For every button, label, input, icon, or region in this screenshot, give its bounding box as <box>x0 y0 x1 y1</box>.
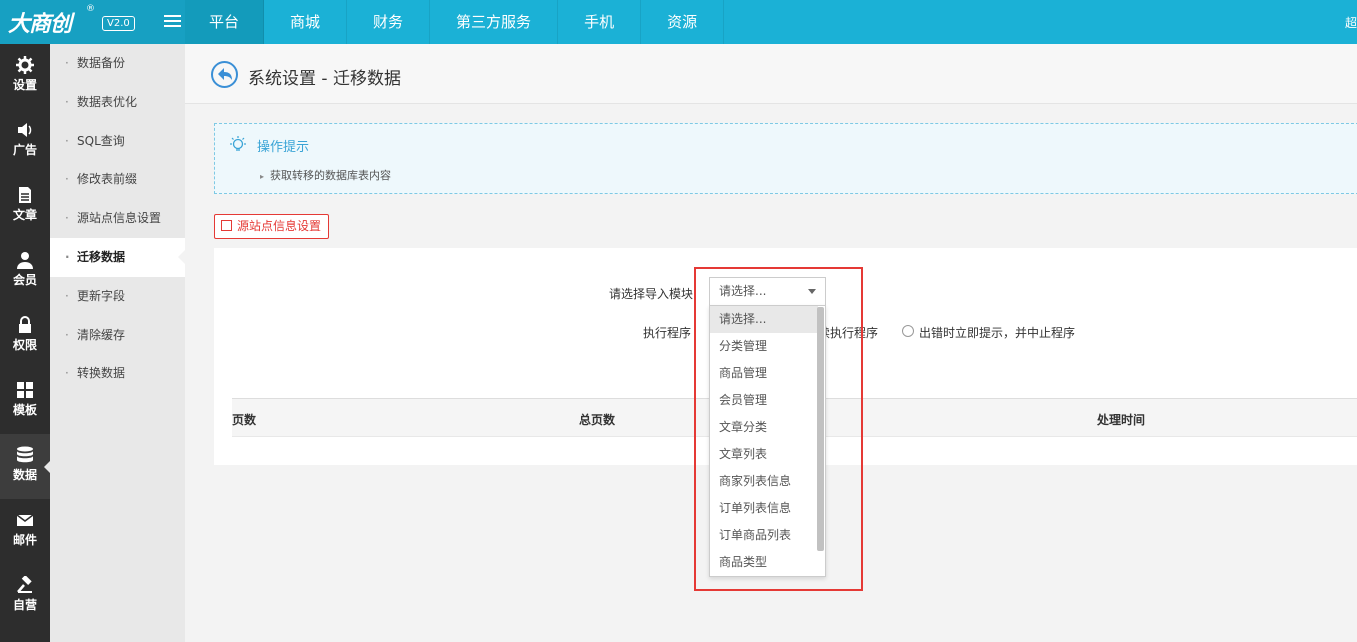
sidebar-label: 模板 <box>12 403 37 417</box>
mail-icon <box>16 514 34 526</box>
tips-box: 操作提示 获取转移的数据库表内容 <box>214 123 1357 194</box>
page-title: 系统设置 - 迁移数据 <box>248 69 401 89</box>
lock-icon <box>19 316 31 333</box>
main-sidebar: 设置 广告 文章 会员 权限 模板 数据 邮件 自营 <box>0 44 51 642</box>
menu-toggle-icon[interactable] <box>164 15 181 29</box>
sidebar-label: 数据 <box>12 468 37 482</box>
tips-item: 获取转移的数据库表内容 <box>260 167 391 183</box>
module-dropdown-list: 请选择... 分类管理 商品管理 会员管理 文章分类 文章列表 商家列表信息 订… <box>709 305 826 577</box>
submenu-migrate-data[interactable]: 迁移数据 <box>50 237 185 277</box>
dropdown-option[interactable]: 商品类型 <box>710 549 818 576</box>
module-select[interactable]: 请选择... <box>709 277 826 306</box>
grid-icon <box>17 382 33 398</box>
exec-label: 执行程序 <box>643 326 692 340</box>
document-icon <box>19 187 31 203</box>
edit-icon <box>221 220 232 231</box>
dropdown-scrollbar[interactable] <box>817 307 824 551</box>
col-total-pages: 总页数 <box>579 413 616 427</box>
dropdown-option[interactable]: 商家列表信息 <box>710 468 818 495</box>
sidebar-item-members[interactable]: 会员 <box>0 239 50 304</box>
submenu-table-prefix[interactable]: 修改表前缀 <box>50 160 185 199</box>
submenu-update-fields[interactable]: 更新字段 <box>50 277 185 316</box>
submenu-source-site[interactable]: 源站点信息设置 <box>50 199 185 238</box>
col-process-time: 处理时间 <box>1097 413 1146 427</box>
submenu-convert-data[interactable]: 转换数据 <box>50 354 185 393</box>
sidebar-label: 自营 <box>12 598 37 612</box>
source-site-settings-button[interactable]: 源站点信息设置 <box>214 214 330 239</box>
sidebar-item-templates[interactable]: 模板 <box>0 369 50 434</box>
submenu-sql-query[interactable]: SQL查询 <box>50 122 185 161</box>
sub-menu: 数据备份 数据表优化 SQL查询 修改表前缀 源站点信息设置 迁移数据 更新字段… <box>50 44 185 642</box>
source-site-settings-label: 源站点信息设置 <box>237 219 322 233</box>
database-icon <box>17 446 33 463</box>
nav-mall[interactable]: 商城 <box>264 0 348 44</box>
sidebar-item-ads[interactable]: 广告 <box>0 109 50 174</box>
exec-option-abort-label: 出错时立即提示，并中止程序 <box>919 326 1076 340</box>
dropdown-option[interactable]: 会员管理 <box>710 387 818 414</box>
nav-resources[interactable]: 资源 <box>641 0 725 44</box>
sidebar-label: 会员 <box>12 273 37 287</box>
sidebar-item-settings[interactable]: 设置 <box>0 44 50 109</box>
back-button[interactable] <box>211 61 238 88</box>
exec-option-continue-label: 续执行程序 <box>818 326 879 340</box>
lightbulb-icon <box>230 136 246 151</box>
sidebar-item-self-operated[interactable]: 自营 <box>0 564 50 629</box>
tips-title: 操作提示 <box>257 140 310 155</box>
dropdown-option[interactable]: 请选择... <box>710 306 818 333</box>
nav-finance[interactable]: 财务 <box>347 0 431 44</box>
user-icon <box>17 252 33 269</box>
col-page: 页数 <box>232 413 257 427</box>
dropdown-option[interactable]: 文章列表 <box>710 441 818 468</box>
dropdown-option[interactable]: 文章分类 <box>710 414 818 441</box>
page-header: 系统设置 - 迁移数据 <box>185 44 1357 104</box>
back-arrow-icon <box>218 68 232 80</box>
dropdown-option[interactable]: 商品管理 <box>710 360 818 387</box>
dropdown-option[interactable]: 订单商品列表 <box>710 522 818 549</box>
nav-third-party[interactable]: 第三方服务 <box>430 0 559 44</box>
nav-mobile[interactable]: 手机 <box>558 0 642 44</box>
sidebar-label: 文章 <box>12 208 37 222</box>
gear-icon <box>16 56 34 74</box>
module-label: 请选择导入模块 <box>609 287 694 301</box>
dropdown-option[interactable]: 订单列表信息 <box>710 495 818 522</box>
user-menu[interactable]: 超 <box>1345 14 1357 31</box>
sidebar-item-data[interactable]: 数据 <box>0 434 51 499</box>
version-badge: V2.0 <box>102 16 135 31</box>
sidebar-label: 邮件 <box>12 533 37 547</box>
submenu-table-optimize[interactable]: 数据表优化 <box>50 83 185 122</box>
registered-mark: ® <box>86 4 95 14</box>
module-select-value: 请选择... <box>719 284 767 298</box>
top-nav: 平台 商城 财务 第三方服务 手机 资源 <box>185 0 725 44</box>
sidebar-item-mail[interactable]: 邮件 <box>0 499 50 564</box>
nav-platform[interactable]: 平台 <box>185 0 265 44</box>
logo-area: 大商创 ® V2.0 <box>0 0 185 44</box>
hammer-icon <box>17 576 32 593</box>
sidebar-item-articles[interactable]: 文章 <box>0 174 50 239</box>
chevron-down-icon <box>808 289 816 294</box>
dropdown-option[interactable]: 分类管理 <box>710 333 818 360</box>
sidebar-label: 设置 <box>12 78 37 92</box>
submenu-clear-cache[interactable]: 清除缓存 <box>50 316 185 355</box>
sidebar-item-permissions[interactable]: 权限 <box>0 304 50 369</box>
exec-option-abort-radio[interactable] <box>902 325 914 337</box>
logo: 大商创 <box>8 12 72 37</box>
top-bar: 大商创 ® V2.0 平台 商城 财务 第三方服务 手机 资源 超 <box>0 0 1357 44</box>
submenu-data-backup[interactable]: 数据备份 <box>50 44 185 83</box>
speaker-icon <box>18 123 32 137</box>
sidebar-label: 广告 <box>12 143 37 157</box>
sidebar-label: 权限 <box>12 338 37 352</box>
